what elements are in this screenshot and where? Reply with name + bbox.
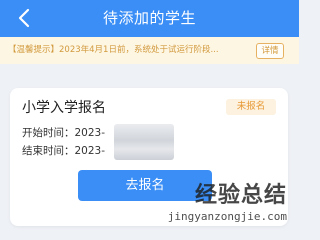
end-time-label: 结束时间：	[22, 145, 75, 157]
enrollment-card: 小学入学报名 未报名 开始时间：2023- 结束时间：2023- 去报名	[10, 88, 288, 226]
start-time-label: 开始时间：	[22, 127, 75, 139]
end-time-row: 结束时间：2023-	[22, 144, 105, 158]
card-title: 小学入学报名	[22, 100, 106, 116]
redacted-blur	[114, 124, 174, 160]
notice-banner: 【温馨提示】2023年4月1日前，系统处于试运行阶段... 详情	[0, 37, 299, 64]
page-title: 待添加的学生	[102, 9, 196, 27]
notice-text: 【温馨提示】2023年4月1日前，系统处于试运行阶段...	[8, 45, 219, 55]
start-time-row: 开始时间：2023-	[22, 126, 105, 140]
start-time-value: 2023-	[74, 127, 106, 139]
header-bar: 待添加的学生	[0, 0, 299, 37]
end-time-value: 2023-	[74, 145, 106, 157]
status-badge: 未报名	[226, 99, 276, 115]
go-register-button[interactable]: 去报名	[78, 170, 212, 201]
notice-detail-button[interactable]: 详情	[256, 43, 284, 59]
